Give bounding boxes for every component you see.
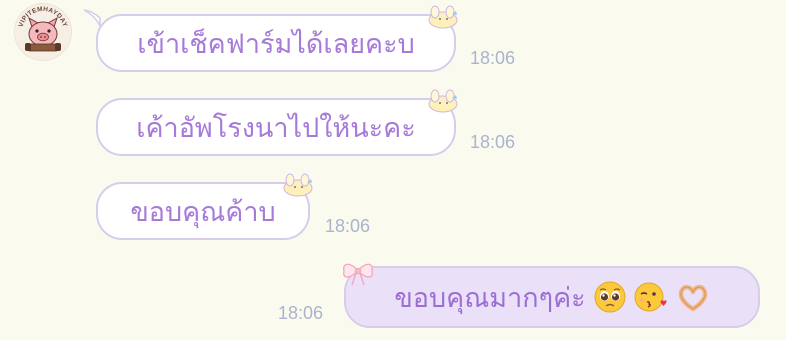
incoming-message-bubble[interactable]: เข้าเช็คฟาร์มได้เลยคะบ	[96, 14, 456, 72]
contact-avatar[interactable]: VIPITEMHAYDAY	[14, 3, 72, 61]
bubble-tail	[83, 9, 101, 27]
ribbon-bow-icon	[343, 263, 373, 286]
message-text: เค้าอัพโรงนาไปให้นะคะ	[136, 112, 416, 144]
message-text: ขอบคุณค้าบ	[130, 196, 276, 228]
incoming-message-bubble[interactable]: ขอบคุณค้าบ	[96, 182, 310, 240]
heart-hands-emoji-icon	[678, 284, 707, 312]
pig-avatar-icon: VIPITEMHAYDAY	[15, 4, 71, 60]
message-text: ขอบคุณมากๆค่ะ	[394, 282, 586, 314]
message-text: เข้าเช็คฟาร์มได้เลยคะบ	[137, 28, 415, 60]
face-blowing-kiss-emoji-icon	[634, 282, 667, 312]
bunny-sticker-icon	[283, 173, 313, 197]
message-timestamp: 18:06	[325, 216, 371, 236]
bunny-sticker-icon	[428, 89, 458, 113]
pleading-face-emoji-icon	[594, 281, 626, 313]
message-timestamp: 18:06	[470, 48, 516, 68]
incoming-message-bubble[interactable]: เค้าอัพโรงนาไปให้นะคะ	[96, 98, 456, 156]
bunny-sticker-icon	[428, 5, 458, 29]
outgoing-message-bubble[interactable]: ขอบคุณมากๆค่ะ	[344, 266, 760, 328]
message-timestamp: 18:06	[470, 132, 516, 152]
message-timestamp: 18:06	[278, 303, 324, 323]
